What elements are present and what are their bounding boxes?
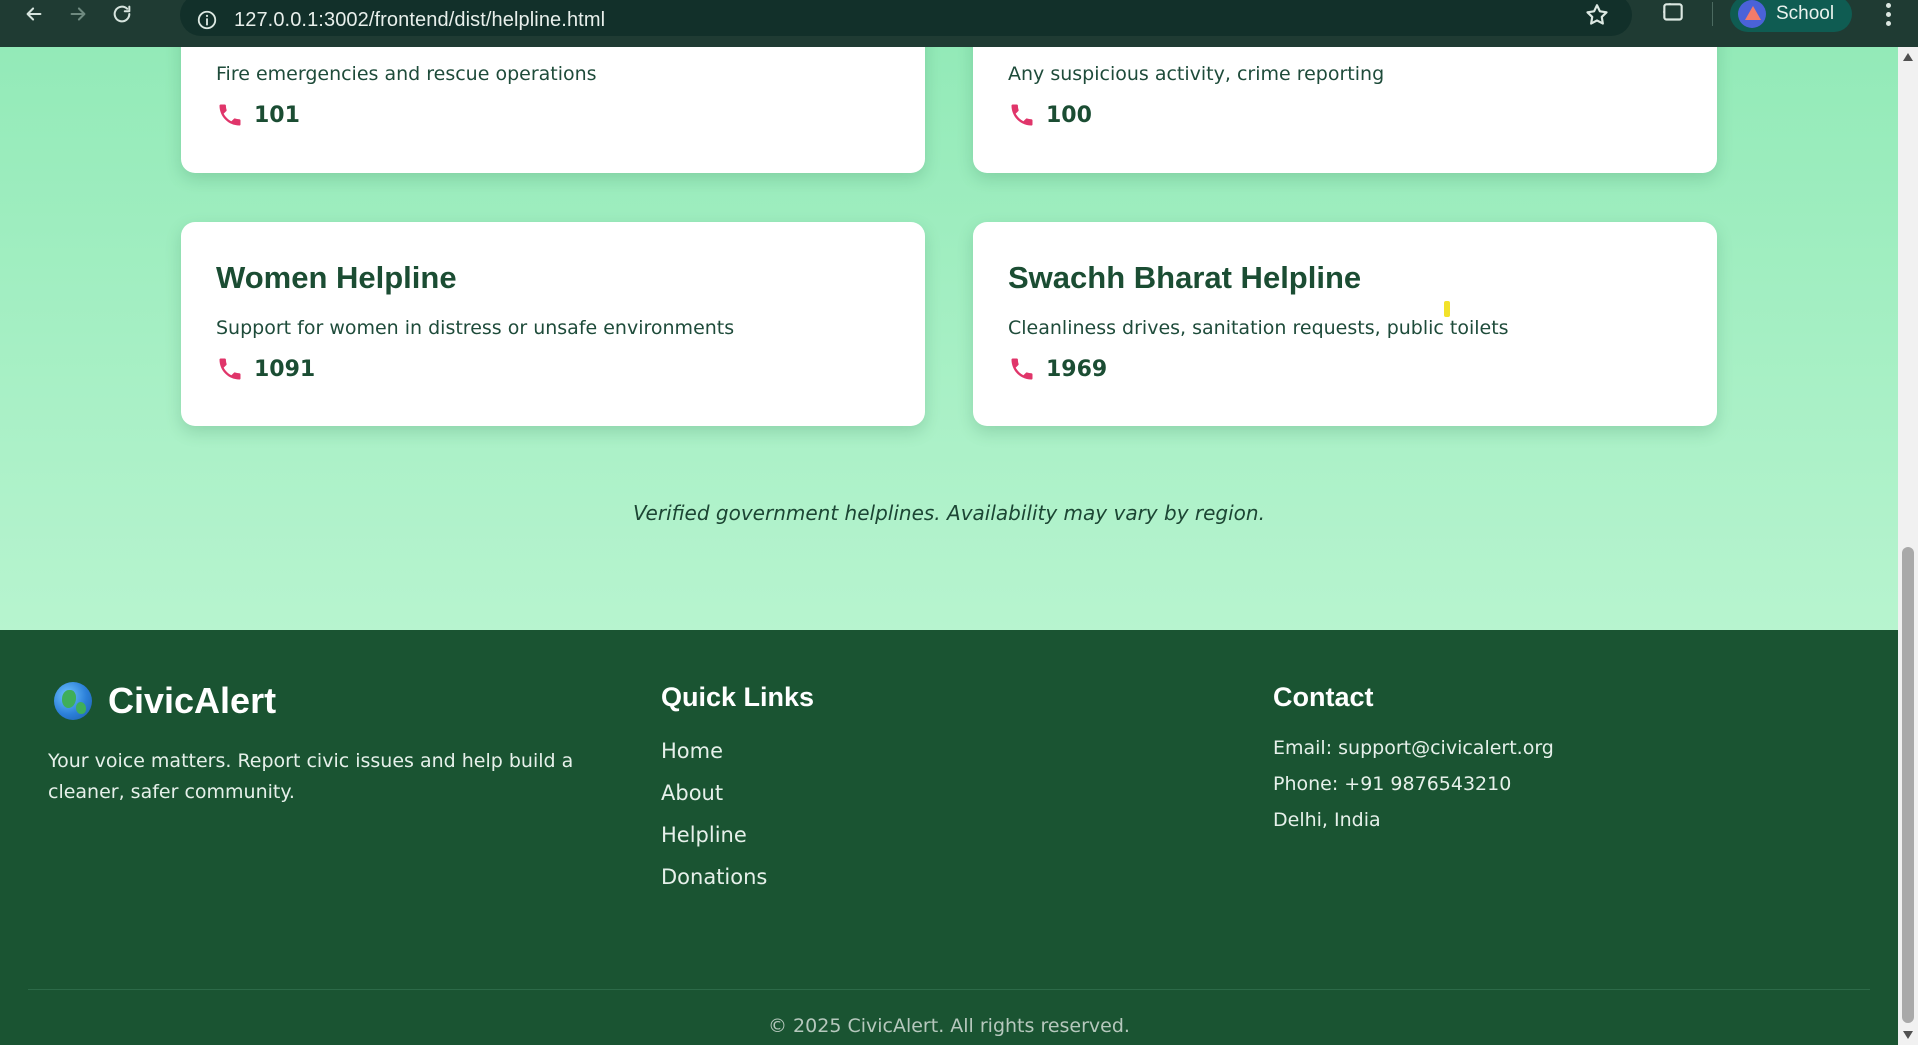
quick-links-list: Home About Helpline Donations <box>661 730 767 898</box>
helpline-card-fire: Fire emergencies and rescue operations 1… <box>181 47 925 173</box>
quick-links-title: Quick Links <box>661 682 815 712</box>
scroll-down-arrow-icon[interactable] <box>1903 1031 1913 1039</box>
text-cursor <box>1444 301 1450 317</box>
arrow-right-icon <box>70 6 86 21</box>
vertical-scrollbar[interactable] <box>1898 47 1918 1045</box>
contact-location: Delhi, India <box>1273 809 1381 831</box>
footer-link-helpline[interactable]: Helpline <box>661 814 767 856</box>
avatar <box>1738 0 1766 28</box>
footer-tagline: Your voice matters. Report civic issues … <box>48 750 574 803</box>
bookmark-star-icon[interactable] <box>1584 2 1610 28</box>
footer-link-home[interactable]: Home <box>661 730 767 772</box>
verification-note: Verified government helplines. Availabil… <box>633 501 1265 525</box>
card-phone[interactable]: 101 <box>216 101 300 129</box>
helpline-section: Fire emergencies and rescue operations 1… <box>0 47 1898 630</box>
contact-email: Email: support@civicalert.org <box>1273 737 1554 759</box>
card-title: Swachh Bharat Helpline <box>1008 260 1362 295</box>
globe-icon <box>54 682 92 720</box>
card-phone[interactable]: 100 <box>1008 101 1092 129</box>
contact-list: Email: support@civicalert.org Phone: +91… <box>1273 730 1554 838</box>
phone-number: 1091 <box>254 356 316 382</box>
phone-number: 1969 <box>1046 356 1108 382</box>
brand-name: CivicAlert <box>108 680 277 721</box>
card-phone[interactable]: 1091 <box>216 355 315 383</box>
profile-label: School <box>1776 3 1835 24</box>
footer-link-donations[interactable]: Donations <box>661 856 767 898</box>
phone-icon <box>1011 358 1033 380</box>
page-viewport: Fire emergencies and rescue operations 1… <box>0 47 1898 1045</box>
toolbar-divider <box>1712 2 1713 26</box>
site-info-icon[interactable] <box>194 7 220 33</box>
scroll-up-arrow-icon[interactable] <box>1903 53 1913 61</box>
back-button[interactable] <box>14 0 54 34</box>
extensions-icon[interactable] <box>1658 0 1690 28</box>
contact-title: Contact <box>1273 682 1374 712</box>
footer-link-about[interactable]: About <box>661 772 767 814</box>
card-phone[interactable]: 1969 <box>1008 355 1107 383</box>
card-title: Women Helpline <box>216 260 457 295</box>
footer-divider <box>28 989 1870 990</box>
reload-icon <box>113 5 131 22</box>
helpline-card-women: Women Helpline Support for women in dist… <box>181 222 925 426</box>
scrollbar-thumb[interactable] <box>1902 547 1914 1023</box>
copyright-text: © 2025 CivicAlert. All rights reserved. <box>768 1015 1130 1037</box>
helpline-card-swachh-bharat: Swachh Bharat Helpline Cleanliness drive… <box>973 222 1717 426</box>
profile-button[interactable]: School <box>1730 0 1853 32</box>
footer-brand[interactable]: CivicAlert <box>54 680 276 722</box>
site-footer: CivicAlert Your voice matters. Report ci… <box>0 630 1898 1045</box>
more-menu-icon[interactable] <box>1878 0 1898 28</box>
contact-phone: Phone: +91 9876543210 <box>1273 773 1512 795</box>
phone-number: 100 <box>1046 102 1092 128</box>
phone-icon <box>219 104 241 126</box>
card-description: Fire emergencies and rescue operations <box>216 63 597 85</box>
card-description: Support for women in distress or unsafe … <box>216 317 735 339</box>
card-description: Any suspicious activity, crime reporting <box>1008 63 1385 85</box>
phone-icon <box>1011 104 1033 126</box>
browser-toolbar: 127.0.0.1:3002/frontend/dist/helpline.ht… <box>0 0 1918 47</box>
arrow-left-icon <box>26 6 42 21</box>
reload-button[interactable] <box>102 0 142 34</box>
helpline-card-police: Any suspicious activity, crime reporting… <box>973 47 1717 173</box>
forward-button[interactable] <box>58 0 98 34</box>
address-bar[interactable]: 127.0.0.1:3002/frontend/dist/helpline.ht… <box>180 0 1632 36</box>
phone-icon <box>219 358 241 380</box>
card-description: Cleanliness drives, sanitation requests,… <box>1008 317 1509 339</box>
phone-number: 101 <box>254 102 300 128</box>
url-text[interactable]: 127.0.0.1:3002/frontend/dist/helpline.ht… <box>234 9 605 32</box>
